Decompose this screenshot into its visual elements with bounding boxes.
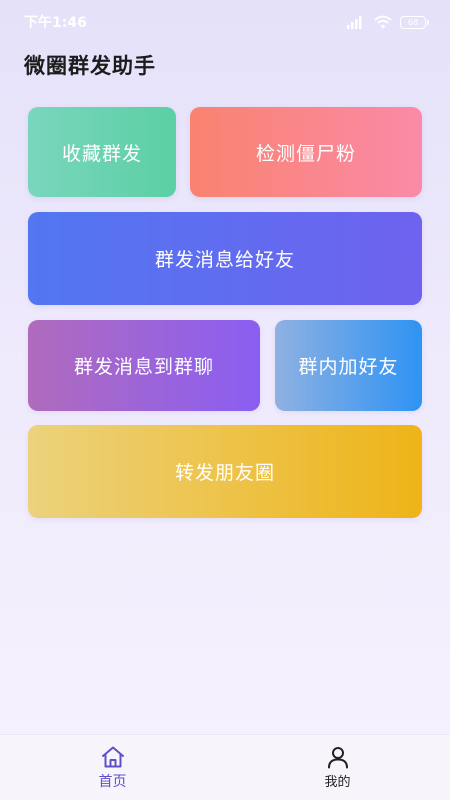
detect-zombie-fans-button[interactable]: 检测僵尸粉 (190, 107, 422, 197)
add-group-friends-label: 群内加好友 (298, 356, 399, 378)
wifi-icon (374, 15, 392, 29)
status-icons: 68 (346, 15, 429, 29)
forward-moments-label: 转发朋友圈 (174, 462, 275, 484)
home-icon (101, 746, 124, 767)
status-time: 下午1:46 (24, 15, 87, 31)
battery-icon: 68 (400, 15, 429, 29)
broadcast-to-friends-button[interactable]: 群发消息给好友 (28, 212, 422, 305)
cellular-signal-icon (347, 16, 362, 29)
broadcast-to-groups-button[interactable]: 群发消息到群聊 (28, 320, 260, 411)
user-icon (327, 747, 348, 769)
forward-moments-button[interactable]: 转发朋友圈 (28, 425, 422, 518)
tab-mine-label: 我的 (324, 775, 351, 790)
add-group-friends-button[interactable]: 群内加好友 (275, 320, 422, 411)
status-bar: 下午1:46 68 (0, 0, 450, 44)
tab-home[interactable]: 首页 (0, 735, 225, 800)
broadcast-to-groups-label: 群发消息到群聊 (73, 356, 214, 378)
tab-bar: 首页 我的 (0, 734, 450, 800)
battery-level: 68 (407, 17, 419, 27)
detect-zombie-fans-label: 检测僵尸粉 (255, 142, 356, 165)
favorite-broadcast-button[interactable]: 收藏群发 (28, 107, 176, 197)
favorite-broadcast-label: 收藏群发 (61, 142, 142, 165)
tab-mine[interactable]: 我的 (225, 735, 450, 800)
page-title: 微圈群发助手 (24, 54, 156, 78)
tab-home-label: 首页 (98, 773, 127, 790)
broadcast-to-friends-label: 群发消息给好友 (154, 249, 295, 271)
